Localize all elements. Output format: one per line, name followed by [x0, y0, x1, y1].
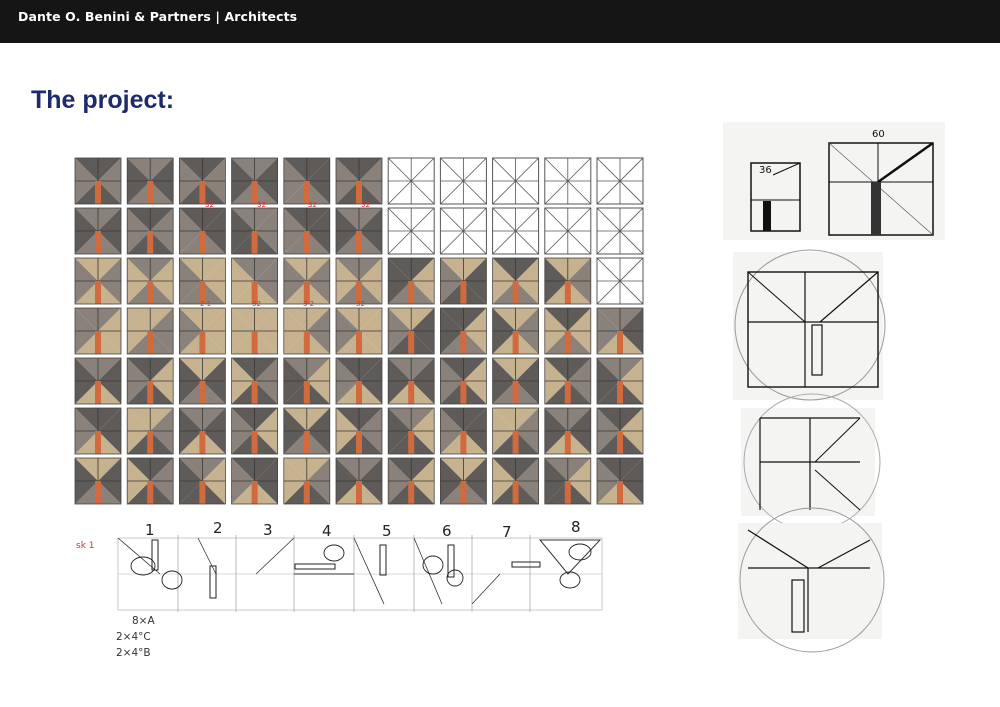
- study-number: 3: [263, 521, 273, 539]
- study-label: sk 1: [76, 541, 95, 551]
- study-number: 7: [502, 523, 512, 541]
- study-number: 6: [442, 522, 452, 540]
- study-number: 1: [145, 521, 155, 539]
- study-number: 4: [322, 522, 332, 540]
- sketch-dimension-a: 36: [759, 165, 772, 176]
- study-note: 2×4°B: [116, 647, 151, 659]
- study-number: 5: [382, 522, 392, 540]
- sketch-circle-2: [741, 393, 881, 531]
- sketch-dimension-b: 60: [872, 129, 885, 140]
- study-note: 8×A: [132, 615, 155, 627]
- study-number: 8: [571, 518, 581, 536]
- sketch-circle-1: [733, 249, 886, 401]
- study-note: 2×4°C: [116, 631, 151, 643]
- sketch-circle-3: [738, 507, 885, 653]
- study-number: 2: [213, 519, 223, 537]
- sketch-elevation: 36 60: [723, 122, 945, 240]
- study-strip: [117, 535, 603, 612]
- sketch-layer: 36 60 1 2 3 4 5 6 7 8 sk 1 8×A 2×4°C 2×4…: [76, 122, 945, 659]
